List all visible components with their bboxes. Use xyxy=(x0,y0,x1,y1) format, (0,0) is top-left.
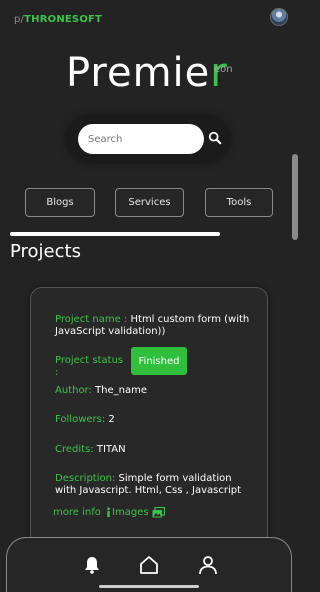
brand: p/THRONESOFT xyxy=(14,14,102,25)
scrollbar[interactable] xyxy=(292,154,298,240)
search-input[interactable] xyxy=(78,124,204,154)
author-row: Author: The_name xyxy=(55,385,255,397)
images-label: Images xyxy=(112,507,149,518)
profile-icon[interactable] xyxy=(197,554,219,576)
status-badge: Finished xyxy=(131,347,187,375)
credits-label: Credits: xyxy=(55,444,94,455)
project-status-row: Project status : xyxy=(55,355,125,379)
logo-subtitle: eon xyxy=(214,64,233,75)
brand-name: THRONESOFT xyxy=(24,14,103,25)
author-value: The_name xyxy=(95,385,148,396)
followers-value: 2 xyxy=(108,414,115,425)
followers-row: Followers: 2 xyxy=(55,414,255,426)
search-icon[interactable] xyxy=(208,131,222,145)
home-icon[interactable] xyxy=(138,554,160,576)
author-label: Author: xyxy=(55,385,92,396)
logo-main: Premie xyxy=(66,50,211,96)
home-indicator xyxy=(99,585,199,588)
description-row: Description: Simple form validation with… xyxy=(55,473,255,497)
images-link[interactable]: Images xyxy=(112,507,165,518)
project-name-row: Project name : Html custom form (with Ja… xyxy=(55,314,255,338)
nav-blogs-button[interactable]: Blogs xyxy=(25,188,95,217)
avatar[interactable] xyxy=(270,8,288,26)
description-label: Description: xyxy=(55,473,116,484)
credits-row: Credits: TITAN xyxy=(55,444,255,456)
logo: Premier xyxy=(66,50,228,96)
bottom-navigation xyxy=(6,537,292,592)
images-icon xyxy=(152,507,165,518)
more-info-label: more info xyxy=(53,507,101,518)
followers-label: Followers: xyxy=(55,414,106,425)
nav-tools-button[interactable]: Tools xyxy=(205,188,273,217)
project-name-label: Project name : xyxy=(55,314,128,325)
brand-prefix: p/ xyxy=(14,14,25,25)
nav-services-button[interactable]: Services xyxy=(115,188,184,217)
more-info-link[interactable]: more info xyxy=(53,507,113,518)
page-title: Projects xyxy=(10,241,81,262)
section-divider xyxy=(10,232,220,236)
project-status-label: Project status : xyxy=(55,355,124,378)
bell-icon[interactable] xyxy=(81,554,103,576)
credits-value: TITAN xyxy=(96,444,126,455)
search-bar xyxy=(68,117,228,161)
